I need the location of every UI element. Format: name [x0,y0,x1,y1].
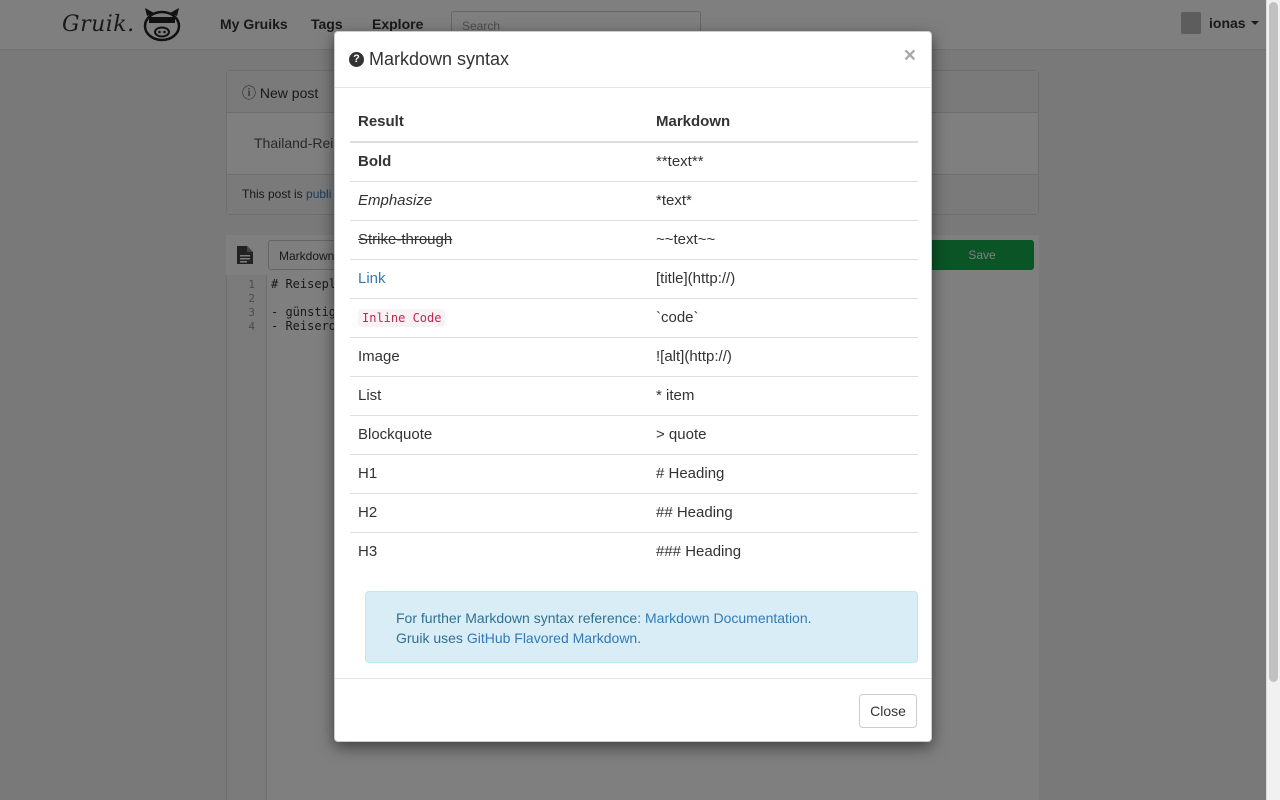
table-row: H3 ### Heading [350,531,918,571]
result-cell: H3 [350,531,648,571]
inline-code-example: Inline Code [358,309,446,327]
modal-header: ? Markdown syntax × [335,32,931,88]
table-row: Image ![alt](http://) [350,336,918,376]
table-row: H1 # Heading [350,453,918,493]
markdown-cell: ~~text~~ [648,219,918,259]
info-line-2: Gruik uses GitHub Flavored Markdown. [396,628,887,648]
github-flavored-markdown-link[interactable]: GitHub Flavored Markdown [467,630,637,646]
markdown-cell: ![alt](http://) [648,336,918,376]
table-row: Emphasize *text* [350,180,918,220]
markdown-cell: *text* [648,180,918,220]
result-cell: Blockquote [350,414,648,454]
markdown-cell: ## Heading [648,492,918,532]
result-cell: Link [350,258,648,298]
markdown-documentation-link[interactable]: Markdown Documentation [645,610,808,626]
table-row: Strike-through ~~text~~ [350,219,918,259]
markdown-cell: **text** [656,153,704,171]
result-cell: Bold [358,153,392,171]
table-row: Bold **text** [350,142,918,181]
markdown-syntax-modal: ? Markdown syntax × Result Markdown Bold… [334,31,932,742]
column-header-markdown: Markdown [648,102,918,143]
info-text: . [807,610,812,626]
table-header-row: Result Markdown [350,102,918,143]
result-cell: Strike-through [350,219,648,259]
info-text: For further Markdown syntax reference: [396,610,645,626]
markdown-cell: ### Heading [648,531,918,571]
result-cell: H1 [350,453,648,493]
close-button[interactable]: Close [859,694,917,728]
result-cell: List [350,375,648,415]
info-text: Gruik uses [396,630,467,646]
markdown-cell: > quote [648,414,918,454]
table-row: Inline Code `code` [350,297,918,337]
table-row: H2 ## Heading [350,492,918,532]
table-row: List * item [350,375,918,415]
markdown-cell: * item [648,375,918,415]
result-cell: Image [350,336,648,376]
column-header-result: Result [350,102,648,143]
markdown-cell: # Heading [648,453,918,493]
question-circle-icon: ? [349,52,364,67]
modal-title: Markdown syntax [369,49,510,69]
scrollbar-thumb[interactable] [1269,2,1278,682]
info-alert: For further Markdown syntax reference: M… [365,591,918,663]
syntax-table: Result Markdown Bold **text** Emphasize … [350,102,918,571]
info-line-1: For further Markdown syntax reference: M… [396,608,887,628]
modal-footer: Close [335,678,931,742]
table-row: Blockquote > quote [350,414,918,454]
result-cell: Emphasize [350,180,648,220]
markdown-cell: `code` [648,297,918,337]
markdown-cell: [title](http://) [648,258,918,298]
result-cell: H2 [350,492,648,532]
table-row: Link [title](http://) [350,258,918,298]
info-text: . [637,630,642,646]
example-link[interactable]: Link [358,270,386,287]
result-cell: Inline Code [350,297,648,337]
page-scrollbar[interactable] [1266,0,1280,800]
close-icon[interactable]: × [904,44,916,68]
